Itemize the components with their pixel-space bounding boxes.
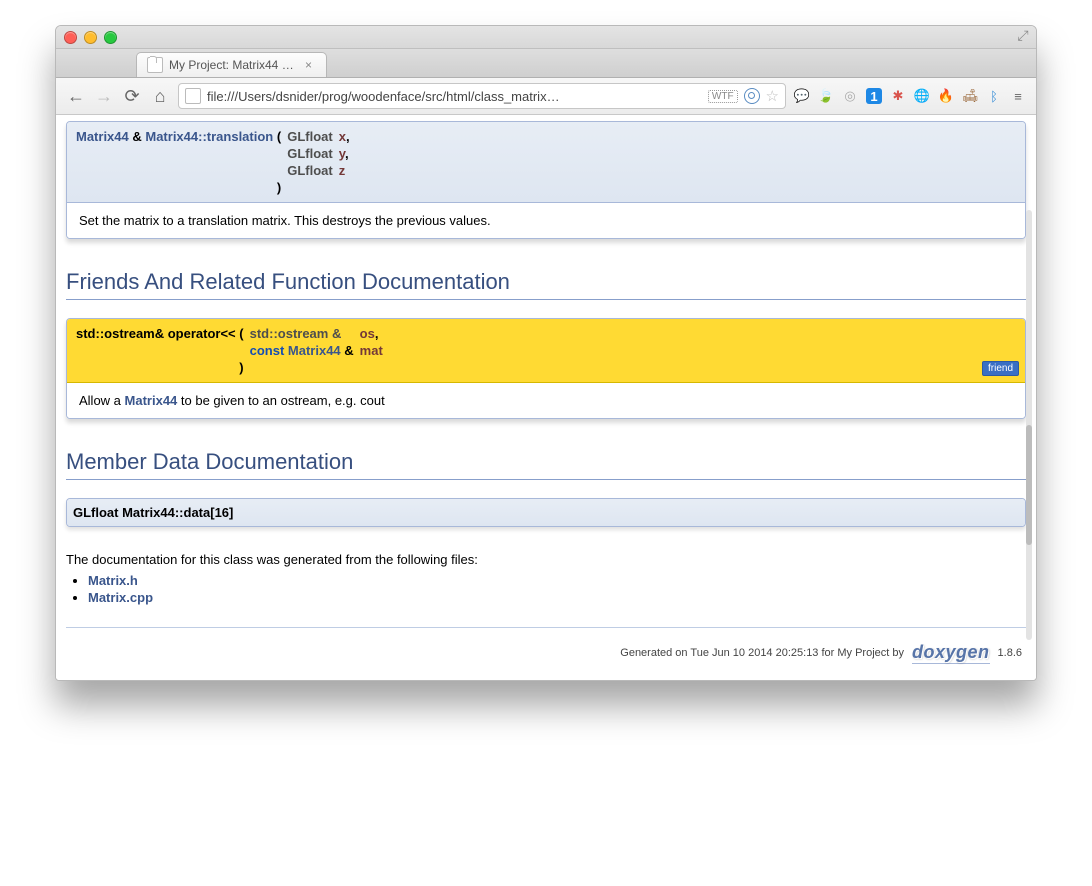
extension-bluetooth-icon[interactable]: ᛒ	[986, 88, 1002, 104]
member-translation-doc: Set the matrix to a translation matrix. …	[67, 203, 1025, 238]
member-data-array-proto: GLfloat Matrix44::data[16]	[67, 499, 1025, 526]
member-operator-ostream-proto: std::ostream& operator<< ( std::ostream …	[67, 319, 1025, 383]
member-operator-ostream: std::ostream& operator<< ( std::ostream …	[66, 318, 1026, 419]
minimize-window-button[interactable]	[84, 31, 97, 44]
list-item: Matrix.h	[88, 573, 1026, 588]
link-file-matrix-h[interactable]: Matrix.h	[88, 573, 138, 588]
doxygen-logo[interactable]: doxygen	[910, 642, 992, 664]
extension-onetab-icon[interactable]: 1	[866, 88, 882, 104]
extension-bug-icon[interactable]: ✱	[890, 88, 906, 104]
address-bar[interactable]: file:///Users/dsnider/prog/woodenface/sr…	[178, 83, 786, 109]
compass-icon[interactable]	[744, 88, 760, 104]
extension-icons: 💬 🍃 ◎ 1 ✱ 🌐 🔥 🛋 ᛒ ≡	[794, 88, 1026, 104]
link-matrix44-doc[interactable]: Matrix44	[125, 393, 178, 408]
member-data-array: GLfloat Matrix44::data[16]	[66, 498, 1026, 527]
zoom-window-button[interactable]	[104, 31, 117, 44]
forward-button[interactable]: →	[94, 86, 114, 107]
extension-speech-icon[interactable]: 💬	[794, 88, 810, 104]
member-translation-proto: Matrix44 & Matrix44::translation ( GLflo…	[67, 122, 1025, 203]
close-window-button[interactable]	[64, 31, 77, 44]
doxygen-version: 1.8.6	[998, 647, 1022, 659]
traffic-lights	[64, 31, 117, 44]
browser-tab[interactable]: My Project: Matrix44 Class ×	[136, 52, 327, 77]
section-friends-header: Friends And Related Function Documentati…	[66, 269, 1026, 300]
tab-title: My Project: Matrix44 Class	[169, 58, 299, 72]
home-button[interactable]: ⌂	[150, 86, 170, 107]
chrome-menu-icon[interactable]: ≡	[1010, 88, 1026, 104]
url-text: file:///Users/dsnider/prog/woodenface/sr…	[207, 89, 560, 104]
footer-separator	[66, 627, 1026, 628]
link-matrix44-param[interactable]: Matrix44	[288, 343, 341, 358]
member-translation: Matrix44 & Matrix44::translation ( GLflo…	[66, 121, 1026, 239]
close-tab-icon[interactable]: ×	[305, 58, 312, 72]
wtf-badge-icon[interactable]: WTF	[708, 90, 738, 103]
link-matrix44-translation[interactable]: Matrix44::translation	[145, 129, 273, 144]
back-button[interactable]: ←	[66, 86, 86, 107]
source-files-list: Matrix.h Matrix.cpp	[88, 573, 1026, 605]
extension-globe2-icon[interactable]: 🌐	[914, 88, 930, 104]
section-member-data-header: Member Data Documentation	[66, 449, 1026, 480]
reload-button[interactable]: ⟳	[122, 86, 142, 107]
browser-toolbar: ← → ⟳ ⌂ file:///Users/dsnider/prog/woode…	[56, 78, 1036, 115]
page-favicon-icon	[147, 57, 163, 73]
generated-from-label: The documentation for this class was gen…	[66, 552, 1026, 567]
scrollbar[interactable]	[1026, 210, 1032, 640]
link-file-matrix-cpp[interactable]: Matrix.cpp	[88, 590, 153, 605]
extension-firebug-icon[interactable]: 🔥	[938, 88, 954, 104]
extension-couch-icon[interactable]: 🛋	[962, 88, 978, 104]
bookmark-star-icon[interactable]: ☆	[766, 87, 779, 105]
link-matrix44-return[interactable]: Matrix44	[76, 129, 129, 144]
extension-globe-icon[interactable]: ◎	[842, 88, 858, 104]
footer-generated-text: Generated on Tue Jun 10 2014 20:25:13 fo…	[620, 647, 904, 659]
friend-badge: friend	[982, 361, 1019, 376]
extension-screenshot-icon[interactable]: 🍃	[818, 88, 834, 104]
file-scheme-icon	[185, 88, 201, 104]
page-footer: Generated on Tue Jun 10 2014 20:25:13 fo…	[66, 638, 1026, 670]
member-operator-ostream-doc: Allow a Matrix44 to be given to an ostre…	[67, 383, 1025, 418]
list-item: Matrix.cpp	[88, 590, 1026, 605]
tab-strip: My Project: Matrix44 Class ×	[56, 49, 1036, 78]
page-content: Matrix44 & Matrix44::translation ( GLflo…	[56, 115, 1036, 680]
fullscreen-icon[interactable]: ⤢	[1016, 28, 1030, 42]
window-titlebar	[56, 26, 1036, 49]
